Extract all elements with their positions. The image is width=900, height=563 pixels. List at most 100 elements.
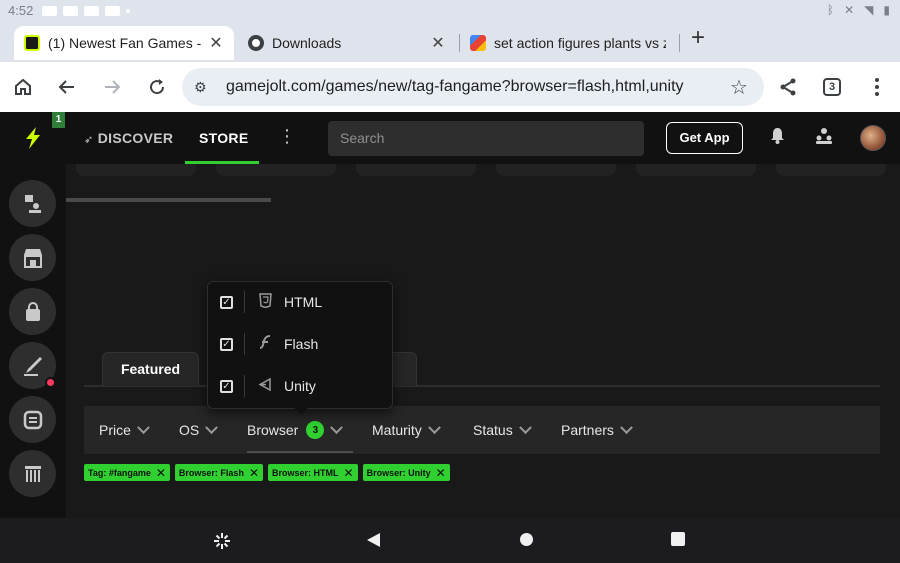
notification-icon	[42, 6, 57, 16]
rail-discover-button[interactable]	[9, 180, 56, 227]
option-divider	[244, 375, 245, 397]
unity-icon	[257, 377, 273, 395]
tab-downloads[interactable]: Downloads ✕	[238, 26, 456, 60]
filter-chip[interactable]: Browser: HTML ✕	[268, 464, 358, 481]
category-card-placeholder	[776, 164, 886, 176]
recents-nav-button[interactable]	[671, 532, 685, 551]
rail-shop-button[interactable]	[9, 288, 56, 335]
quill-icon	[23, 356, 42, 376]
tab-gamejolt[interactable]: (1) Newest Fan Games - Play ✕	[14, 26, 234, 60]
nav-discover[interactable]: ➶ DISCOVER	[84, 130, 173, 146]
chip-label: Browser: Unity	[366, 467, 431, 478]
rail-library-button[interactable]	[9, 450, 56, 497]
site-header: 1 ➶ DISCOVER STORE ⋮ Search Get App	[0, 112, 900, 164]
assistant-button[interactable]	[213, 532, 231, 555]
tab-featured[interactable]: Featured	[102, 352, 199, 386]
reload-button[interactable]	[144, 74, 170, 100]
filter-count-badge: 3	[306, 421, 325, 439]
rail-store-button[interactable]	[9, 234, 56, 281]
browser-menu-button[interactable]	[864, 74, 890, 100]
android-nav-bar	[0, 518, 900, 563]
gamejolt-favicon-icon	[24, 35, 40, 51]
tab-strip: (1) Newest Fan Games - Play ✕ Downloads …	[0, 22, 900, 62]
chip-label: Browser: Flash	[178, 467, 244, 478]
browser-option-unity[interactable]: ✓ Unity	[208, 366, 394, 406]
chrome-favicon-icon	[248, 35, 264, 51]
close-tab-icon[interactable]: ✕	[208, 33, 224, 53]
active-filter-chips: Tag: #fangame ✕ Browser: Flash ✕ Browser…	[84, 464, 450, 481]
close-tab-icon[interactable]: ✕	[430, 33, 446, 53]
tab-switcher-button[interactable]: 3	[823, 78, 841, 96]
tab-separator	[679, 34, 680, 52]
filter-partners[interactable]: Partners	[561, 406, 633, 454]
option-label: Flash	[284, 336, 319, 352]
more-notifications-icon	[126, 9, 130, 13]
back-nav-button[interactable]	[366, 532, 381, 553]
chevron-down-icon	[205, 420, 219, 434]
explore-icon	[24, 194, 41, 213]
remove-chip-icon[interactable]: ✕	[344, 467, 354, 479]
recents-square-icon	[671, 532, 685, 546]
url-text[interactable]: gamejolt.com/games/new/tag-fangame?brows…	[226, 78, 728, 96]
checkbox-checked[interactable]: ✓	[220, 295, 233, 309]
back-arrow-icon	[58, 80, 74, 94]
home-nav-button[interactable]	[519, 532, 534, 552]
checkbox-checked[interactable]: ✓	[220, 337, 233, 351]
nav-store[interactable]: STORE	[199, 130, 248, 146]
home-circle-icon	[520, 533, 533, 546]
get-app-button[interactable]: Get App	[666, 122, 743, 154]
remove-chip-icon[interactable]: ✕	[249, 467, 259, 479]
library-icon	[24, 465, 41, 482]
filter-status[interactable]: Status	[473, 406, 532, 454]
category-card-placeholder	[636, 164, 756, 176]
android-status-bar: 4:52 ᛒ ✕ ◥ ▮	[0, 0, 900, 22]
chevron-down-icon	[427, 420, 441, 434]
bookmark-star-icon[interactable]: ☆	[728, 75, 750, 100]
mute-icon: ✕	[844, 3, 855, 17]
notification-icon	[84, 6, 99, 16]
remove-chip-icon[interactable]: ✕	[156, 467, 166, 479]
home-button[interactable]	[10, 74, 36, 100]
search-input[interactable]: Search	[328, 121, 644, 156]
rocket-icon: ➶	[84, 134, 94, 146]
notification-icon	[63, 6, 78, 16]
site-settings-icon[interactable]: ⚙	[194, 79, 214, 96]
google-shopping-favicon-icon	[470, 35, 486, 51]
filter-chip[interactable]: Browser: Flash ✕	[174, 464, 264, 481]
feed-icon	[23, 410, 42, 429]
sort-tabs-divider	[84, 385, 880, 387]
store-icon	[23, 248, 42, 268]
chip-label: Tag: #fangame	[88, 467, 151, 478]
filter-maturity[interactable]: Maturity	[372, 406, 441, 454]
filter-chip[interactable]: Browser: Unity ✕	[362, 464, 450, 481]
filter-label: OS	[179, 422, 200, 438]
left-rail	[0, 164, 66, 518]
browser-filter-dropdown: ✓ HTML ✓ Flash ✓ Unity	[207, 281, 394, 415]
forward-button[interactable]	[99, 74, 125, 100]
back-button[interactable]	[54, 74, 80, 100]
filter-os[interactable]: OS	[179, 406, 219, 454]
category-card-placeholder	[216, 164, 336, 176]
tab-search[interactable]: set action figures plants vs zo	[460, 26, 676, 60]
checkbox-checked[interactable]: ✓	[220, 379, 233, 393]
notification-icons	[42, 6, 130, 16]
more-nav-button[interactable]: ⋮	[278, 126, 296, 147]
friends-icon[interactable]	[815, 127, 833, 149]
notification-icon	[105, 6, 120, 16]
share-button[interactable]	[775, 74, 801, 100]
browser-option-html[interactable]: ✓ HTML	[208, 282, 394, 322]
new-tab-button[interactable]: +	[686, 26, 710, 51]
flash-icon	[257, 335, 273, 353]
chip-label: Browser: HTML	[272, 467, 339, 478]
chevron-down-icon	[620, 420, 633, 434]
filter-price[interactable]: Price	[99, 406, 150, 454]
address-bar[interactable]: ⚙ gamejolt.com/games/new/tag-fangame?bro…	[182, 68, 764, 106]
status-time: 4:52	[8, 3, 34, 18]
remove-chip-icon[interactable]: ✕	[436, 467, 446, 479]
notifications-bell-icon[interactable]	[770, 127, 785, 149]
gamejolt-logo-icon[interactable]	[22, 126, 44, 150]
rail-feed-button[interactable]	[9, 396, 56, 443]
user-avatar[interactable]	[860, 125, 886, 151]
filter-chip[interactable]: Tag: #fangame ✕	[84, 464, 170, 481]
browser-option-flash[interactable]: ✓ Flash	[208, 324, 394, 364]
